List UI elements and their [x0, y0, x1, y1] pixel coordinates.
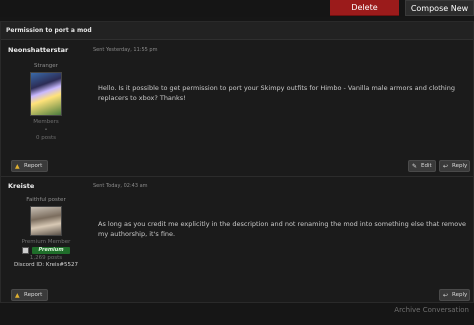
reply-bubble-icon: ↩: [443, 292, 449, 299]
report-label: Report: [24, 163, 43, 169]
speech-bubble-icon: ✎: [412, 163, 418, 170]
post-actions: ▲ Report ↩ Reply: [1, 289, 473, 303]
conversation-panel: Permission to port a mod Neonshatterstar…: [0, 21, 474, 303]
reply-button[interactable]: ↩ Reply: [439, 160, 470, 172]
author-rank: Stranger: [34, 63, 58, 69]
post-actions: ▲ Report ✎ Edit ↩ Reply: [1, 160, 473, 174]
premium-badge-row: Premium: [1, 247, 91, 254]
archive-conversation-link[interactable]: Archive Conversation: [394, 306, 469, 314]
author-rank: Faithful poster: [26, 197, 66, 203]
post-author[interactable]: Kreiste: [8, 182, 34, 190]
author-group: Premium Member: [21, 239, 71, 245]
post-author[interactable]: Neonshatterstar: [8, 46, 68, 54]
author-post-count: 1,269 posts: [29, 255, 63, 261]
message-body: Hello. Is it possible to get permission …: [98, 84, 455, 102]
compose-new-button[interactable]: Compose New: [405, 0, 474, 16]
warning-icon: ▲: [15, 292, 20, 299]
avatar[interactable]: [30, 206, 62, 236]
reply-label: Reply: [452, 163, 468, 169]
message-post: Kreiste Sent Today, 02:43 am Faithful po…: [1, 176, 473, 304]
author-sidebar: Faithful poster Premium Member Premium 1…: [1, 197, 91, 268]
reply-button[interactable]: ↩ Reply: [439, 289, 470, 301]
reply-bubble-icon: ↩: [443, 163, 449, 170]
warning-icon: ▲: [15, 163, 20, 170]
author-group: Members: [33, 119, 59, 125]
post-timestamp: Sent Yesterday, 11:55 pm: [93, 47, 158, 53]
report-label: Report: [24, 292, 43, 298]
discord-id: Discord ID: Kreis#5527: [13, 262, 78, 268]
post-timestamp: Sent Today, 02:43 am: [93, 183, 148, 189]
message-post: Neonshatterstar Sent Yesterday, 11:55 pm…: [1, 41, 473, 176]
avatar[interactable]: [30, 72, 62, 116]
delete-button[interactable]: Delete: [330, 0, 399, 16]
premium-badge: Premium: [32, 247, 70, 254]
author-sidebar: Stranger Members • 0 posts: [1, 63, 91, 142]
conversation-title: Permission to port a mod: [1, 22, 473, 40]
reply-label: Reply: [452, 292, 468, 298]
premium-icon: [22, 247, 29, 254]
report-button[interactable]: ▲ Report: [11, 160, 48, 172]
top-toolbar: Delete Compose New: [0, 0, 474, 17]
edit-button[interactable]: ✎ Edit: [408, 160, 436, 172]
report-button[interactable]: ▲ Report: [11, 289, 48, 301]
message-body: As long as you credit me explicitly in t…: [98, 220, 467, 238]
author-post-count: 0 posts: [36, 135, 56, 141]
edit-label: Edit: [421, 163, 432, 169]
bullet-separator: •: [44, 127, 48, 133]
